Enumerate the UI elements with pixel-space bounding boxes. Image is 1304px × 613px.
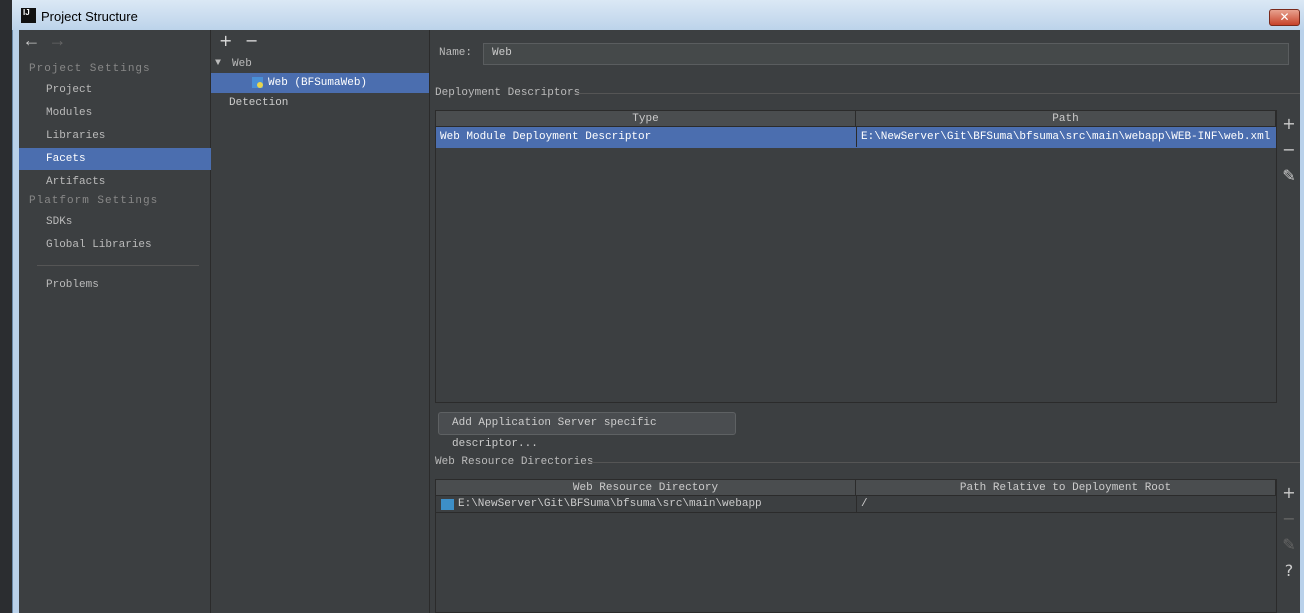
close-button[interactable]: ✕ xyxy=(1269,9,1300,26)
column-header-directory[interactable]: Web Resource Directory xyxy=(436,480,856,496)
facets-tree-panel: + − ▼ Web Web (BFSumaWeb) Detection xyxy=(211,30,430,613)
divider xyxy=(37,265,199,266)
web-resource-directories-title: Web Resource Directories xyxy=(435,456,594,468)
window-title: Project Structure xyxy=(41,9,138,24)
sidebar-item-problems[interactable]: Problems xyxy=(19,274,211,296)
sidebar-item-global-libraries[interactable]: Global Libraries xyxy=(19,234,211,256)
edit-directory-icon[interactable]: ✎ xyxy=(1279,535,1299,554)
back-arrow-icon[interactable]: ← xyxy=(26,32,37,52)
help-icon[interactable]: ? xyxy=(1279,561,1299,580)
cell-directory: E:\NewServer\Git\BFSuma\bfsuma\src\main\… xyxy=(458,498,762,510)
section-platform-settings: Platform Settings xyxy=(29,195,159,207)
folder-icon xyxy=(441,499,454,510)
settings-sidebar: ← → Project Settings Project Modules Lib… xyxy=(19,30,211,613)
column-header-type[interactable]: Type xyxy=(436,111,856,127)
expand-triangle-icon[interactable]: ▼ xyxy=(215,58,221,69)
name-input[interactable]: Web xyxy=(483,43,1289,65)
remove-descriptor-button[interactable]: − xyxy=(1279,140,1299,159)
sidebar-item-project[interactable]: Project xyxy=(19,79,211,101)
add-descriptor-button[interactable]: + xyxy=(1279,114,1299,133)
cell-relative-path: / xyxy=(856,496,1276,512)
deployment-descriptors-table: Type Path Web Module Deployment Descript… xyxy=(435,110,1277,403)
remove-directory-button[interactable]: − xyxy=(1279,509,1299,528)
divider xyxy=(575,93,1300,94)
add-server-descriptor-button[interactable]: Add Application Server specific descript… xyxy=(438,412,736,450)
divider xyxy=(587,462,1300,463)
tree-node-web-bfsumaweb[interactable]: Web (BFSumaWeb) xyxy=(211,73,429,93)
sidebar-item-artifacts[interactable]: Artifacts xyxy=(19,171,211,193)
forward-arrow-icon[interactable]: → xyxy=(52,32,63,52)
table-row[interactable]: Web Module Deployment Descriptor E:\NewS… xyxy=(436,127,1276,148)
tree-node-web[interactable]: Web xyxy=(232,58,252,70)
intellij-logo-icon: IJ xyxy=(21,8,36,23)
web-facet-icon xyxy=(252,77,263,88)
cell-type: Web Module Deployment Descriptor xyxy=(440,131,652,143)
desktop-background xyxy=(0,0,12,613)
add-directory-button[interactable]: + xyxy=(1279,483,1299,502)
table-row[interactable]: E:\NewServer\Git\BFSuma\bfsuma\src\main\… xyxy=(436,496,1276,513)
deployment-descriptors-title: Deployment Descriptors xyxy=(435,87,581,99)
section-project-settings: Project Settings xyxy=(29,63,151,75)
column-header-path[interactable]: Path xyxy=(856,111,1276,127)
sidebar-item-facets[interactable]: Facets xyxy=(19,148,211,170)
tree-node-detection[interactable]: Detection xyxy=(229,97,288,109)
cell-path: E:\NewServer\Git\BFSuma\bfsuma\src\main\… xyxy=(856,127,1276,147)
sidebar-item-modules[interactable]: Modules xyxy=(19,102,211,124)
sidebar-item-sdks[interactable]: SDKs xyxy=(19,211,211,233)
title-bar xyxy=(12,0,1304,30)
web-resource-table: Web Resource Directory Path Relative to … xyxy=(435,479,1277,613)
name-label: Name: xyxy=(439,47,473,59)
sidebar-item-libraries[interactable]: Libraries xyxy=(19,125,211,147)
remove-facet-button[interactable]: − xyxy=(245,31,258,50)
facet-details: Name: Web Deployment Descriptors Type Pa… xyxy=(430,30,1300,613)
edit-descriptor-icon[interactable]: ✎ xyxy=(1279,166,1299,185)
column-header-relative-path[interactable]: Path Relative to Deployment Root xyxy=(856,480,1276,496)
add-facet-button[interactable]: + xyxy=(219,31,232,50)
